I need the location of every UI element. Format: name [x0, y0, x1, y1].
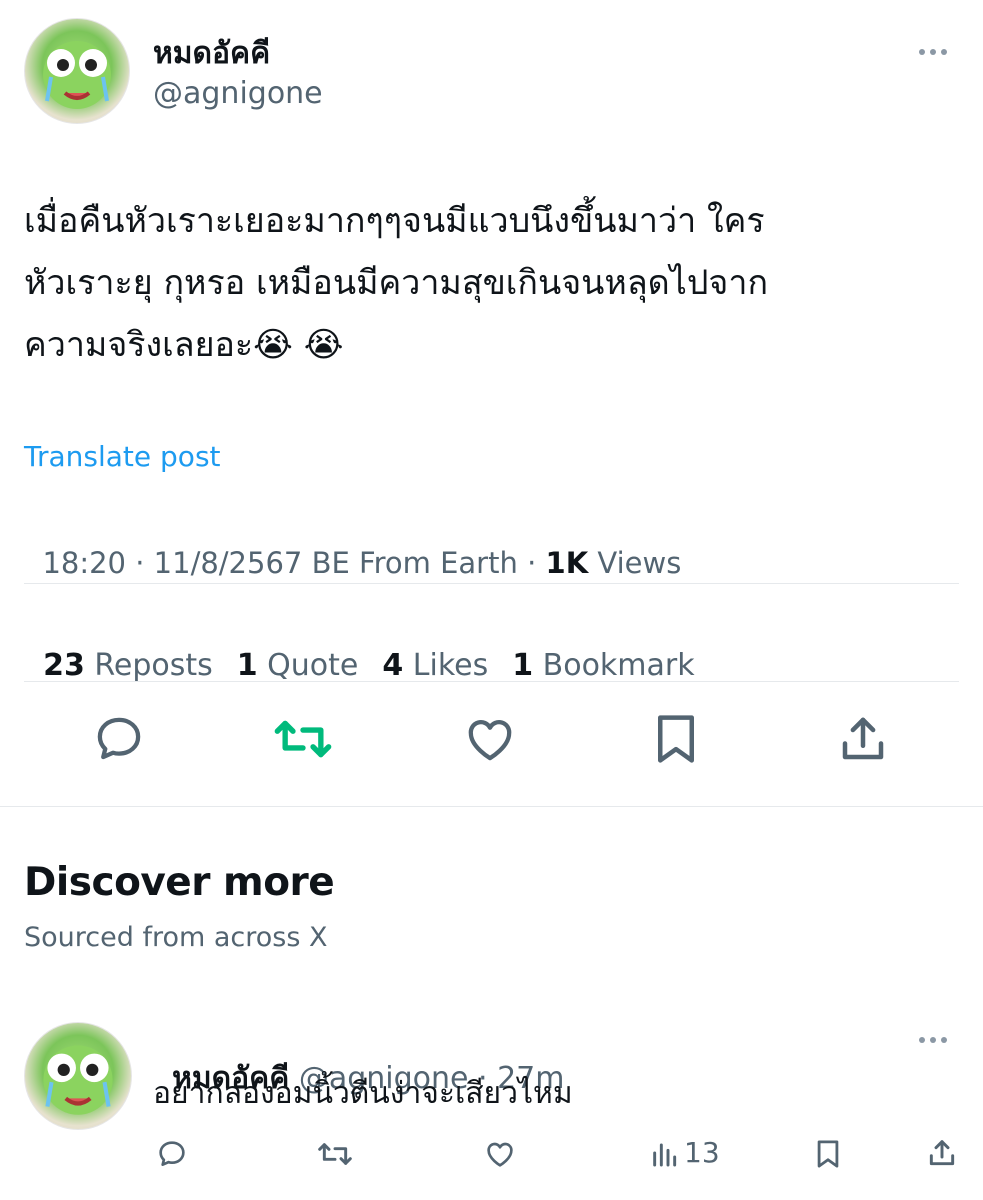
divider [24, 583, 959, 584]
avatar[interactable] [24, 18, 130, 124]
more-options-icon[interactable] [919, 1037, 947, 1043]
post-stats: 23 Reposts 1 Quote 4 Likes 1 Bookmark [24, 613, 695, 683]
section-divider [0, 806, 983, 807]
repost-icon[interactable] [317, 1138, 353, 1170]
section-subtitle: Sourced from across X [24, 922, 328, 953]
bookmark-icon[interactable] [651, 712, 701, 766]
reply-text: อยากลองอมนิ้วตีนง่าจะเสียวไหม [153, 1076, 573, 1111]
like-icon[interactable] [463, 712, 517, 766]
views-count: 1K [545, 546, 589, 580]
likes-stat[interactable]: 4 Likes [382, 648, 488, 683]
reply-icon[interactable] [156, 1138, 188, 1170]
section-title: Discover more [24, 860, 335, 905]
quotes-stat[interactable]: 1 Quote [237, 648, 359, 683]
avatar-image [43, 1045, 113, 1115]
timestamp[interactable]: 18:20 · 11/8/2567 BE From Earth · [42, 546, 545, 580]
divider [24, 681, 959, 682]
translate-post-link[interactable]: Translate post [24, 440, 221, 473]
reposts-stat[interactable]: 23 Reposts [43, 648, 213, 683]
reply-icon[interactable] [92, 712, 146, 766]
avatar-image [43, 41, 111, 109]
post-text-line: หัวเราะยุ กุหรอ เหมือนมีความสุขเกินจนหลุ… [24, 263, 769, 303]
views-label: Views [588, 546, 682, 580]
post-text-line: ความจริงเลยอะ😭 😭 [24, 325, 344, 365]
display-name[interactable]: หมดอัคคี [153, 30, 270, 77]
avatar[interactable] [24, 1022, 132, 1130]
repost-icon[interactable] [274, 712, 332, 766]
bookmark-icon[interactable] [814, 1137, 842, 1171]
share-icon[interactable] [926, 1136, 958, 1170]
post-text-line: เมื่อคืนหัวเราะเยอะมากๆๆจนมีแวบนึงขึ้นมา… [24, 201, 765, 241]
analytics-icon [650, 1137, 678, 1169]
views-count: 13 [684, 1136, 720, 1169]
post-text: เมื่อคืนหัวเราะเยอะมากๆๆจนมีแวบนึงขึ้นมา… [24, 190, 768, 376]
views-button[interactable]: 13 [650, 1136, 720, 1169]
handle[interactable]: @agnigone [153, 76, 323, 111]
more-options-icon[interactable] [919, 49, 947, 55]
bookmarks-stat[interactable]: 1 Bookmark [512, 648, 694, 683]
like-icon[interactable] [484, 1138, 516, 1170]
share-icon[interactable] [836, 712, 890, 766]
post-meta: 18:20 · 11/8/2567 BE From Earth · 1K Vie… [24, 512, 681, 580]
